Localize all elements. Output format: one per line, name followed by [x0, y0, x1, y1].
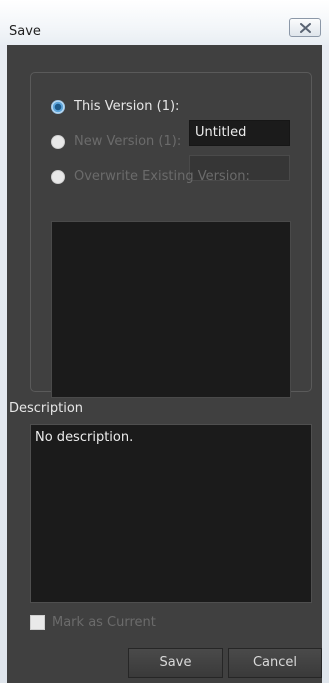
window-title: Save	[9, 24, 41, 39]
description-textarea[interactable]: No description.	[30, 424, 312, 603]
dialog-body: This Version (1): Untitled New Version (…	[7, 45, 322, 683]
radio-overwrite-version: Overwrite Existing Version:	[51, 167, 301, 187]
title-bar: Save	[0, 0, 329, 45]
mark-as-current-label: Mark as Current	[52, 615, 156, 630]
radio-new-version-label: New Version (1):	[74, 134, 182, 149]
description-label: Description	[9, 401, 84, 416]
cancel-button[interactable]: Cancel	[228, 648, 322, 678]
save-button[interactable]: Save	[128, 648, 223, 678]
radio-overwrite-label: Overwrite Existing Version:	[74, 169, 250, 184]
radio-this-version-label: This Version (1):	[74, 99, 180, 114]
save-dialog-window: Save This Version (1): Untitled New Vers…	[0, 0, 329, 683]
radio-button-unchecked	[51, 135, 65, 149]
close-button[interactable]	[289, 18, 321, 37]
version-options-group: This Version (1): Untitled New Version (…	[30, 72, 312, 398]
close-icon	[300, 23, 311, 33]
mark-as-current-checkbox	[30, 615, 45, 630]
radio-button-unchecked	[51, 170, 65, 184]
radio-button-checked[interactable]	[51, 100, 65, 114]
existing-versions-list	[51, 221, 291, 398]
radio-new-version: New Version (1):	[51, 132, 301, 152]
radio-this-version[interactable]: This Version (1):	[51, 97, 301, 117]
